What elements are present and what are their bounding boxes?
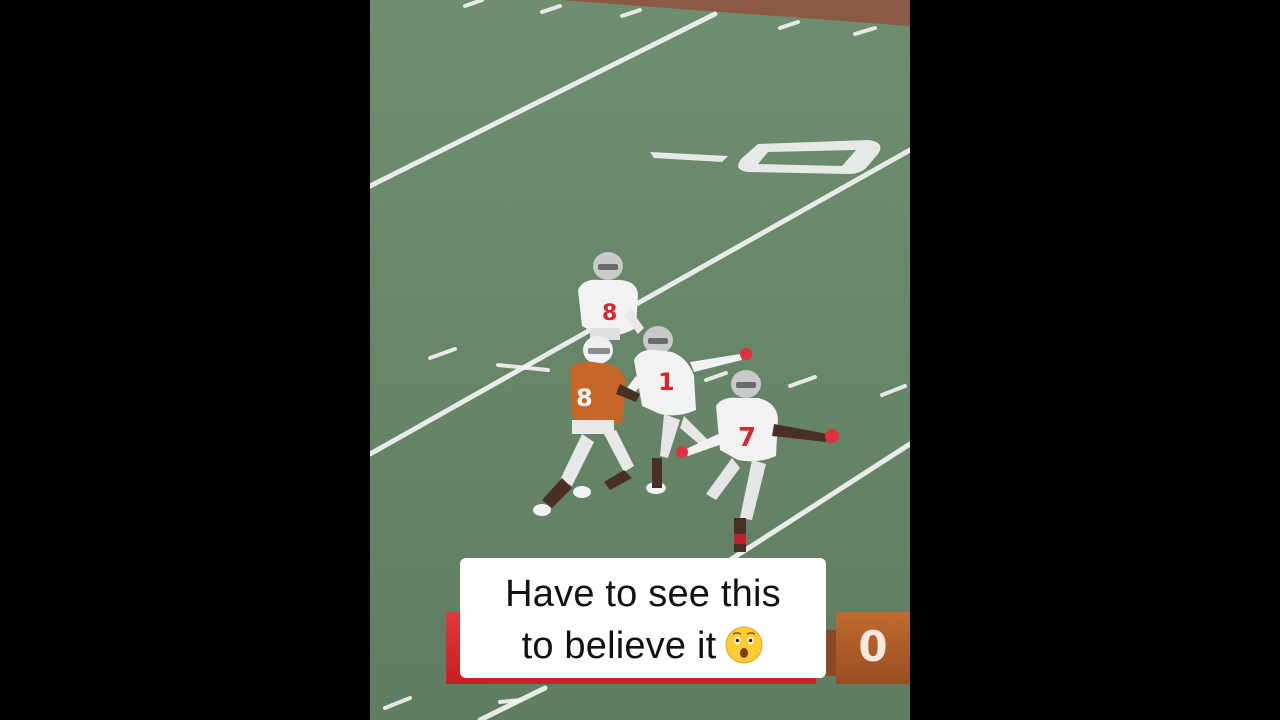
caption-line-2: to believe it bbox=[521, 625, 717, 667]
jersey-number: 7 bbox=[738, 423, 756, 453]
caption-line-2-wrap: to believe it bbox=[460, 620, 826, 672]
caption-line-1: Have to see this bbox=[505, 573, 781, 615]
jersey-number: 1 bbox=[658, 368, 675, 396]
jersey-number: 8 bbox=[576, 384, 593, 412]
team-score: 0 bbox=[858, 622, 888, 671]
astonished-face-icon bbox=[725, 626, 763, 664]
video-frame[interactable]: 8 1 7 8 0 Have to see this to believe it bbox=[370, 0, 910, 720]
caption-box: Have to see this to believe it bbox=[460, 558, 826, 678]
jersey-number: 8 bbox=[602, 301, 617, 326]
